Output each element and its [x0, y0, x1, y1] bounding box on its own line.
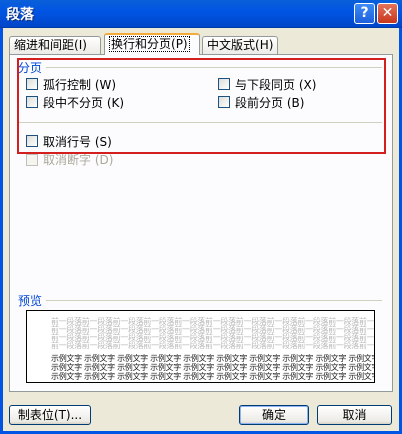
dont-hyphenate-checkbox: [26, 154, 38, 166]
dont-hyphenate-label: 取消断字 (D): [43, 153, 114, 167]
tab-line-page-breaks[interactable]: 换行和分页(P): [104, 33, 200, 55]
help-button[interactable]: ?: [354, 3, 375, 24]
tab-label: 换行和分页: [111, 37, 172, 51]
title-bar: 段落 ? ✕: [0, 0, 402, 28]
tab-asian-typography[interactable]: 中文版式(H): [202, 36, 278, 54]
close-icon: ✕: [381, 5, 394, 21]
widow-control-label[interactable]: 孤行控制 (W): [43, 76, 116, 93]
preview-sample-line: 示例文字 示例文字 示例文字 示例文字 示例文字 示例文字 示例文字 示例文字 …: [51, 354, 375, 363]
tab-label: 缩进和间距: [14, 38, 75, 52]
widow-control-checkbox[interactable]: [26, 78, 38, 90]
pagination-section-title: 分页: [18, 61, 43, 75]
keep-with-next-checkbox[interactable]: [218, 78, 230, 90]
preview-box: 前一段落前一段落前一段落前一段落前一段落前一段落前一段落前一段落前一段落前一段落…: [26, 310, 375, 383]
section-divider: [46, 300, 382, 301]
keep-with-next-label[interactable]: 与下段同页 (X): [235, 76, 316, 93]
preview-section-title: 预览: [18, 294, 43, 308]
tab-indents-spacing[interactable]: 缩进和间距(I): [9, 36, 101, 54]
suppress-line-numbers-checkbox[interactable]: [26, 135, 38, 147]
preview-sample-line: 示例文字 示例文字 示例文字 示例文字 示例文字 示例文字 示例文字 示例文字 …: [51, 363, 375, 372]
page-break-before-label[interactable]: 段前分页 (B): [235, 94, 304, 111]
close-button[interactable]: ✕: [377, 3, 398, 24]
tabs-button[interactable]: 制表位(T)...: [9, 405, 91, 425]
tab-label: 中文版式: [207, 38, 256, 52]
help-icon: ?: [360, 5, 369, 21]
section-divider: [46, 67, 382, 68]
tab-accel: (P): [171, 37, 188, 51]
preview-previous-paragraph-line: 前一段落前一段落前一段落前一段落前一段落前一段落前一段落前一段落前一段落前一段落…: [51, 341, 375, 350]
window-title: 段落: [6, 7, 34, 23]
preview-sample-line: 示例文字 示例文字 示例文字 示例文字 示例文字 示例文字 示例文字 示例文字 …: [51, 372, 375, 381]
ok-button[interactable]: 确定: [239, 405, 309, 425]
window-frame-left: [0, 28, 3, 434]
keep-lines-together-label[interactable]: 段中不分页 (K): [43, 94, 124, 111]
keep-lines-together-checkbox[interactable]: [26, 96, 38, 108]
tab-accel: (H): [255, 38, 274, 52]
cancel-button[interactable]: 取消: [317, 405, 392, 425]
tab-accel: (I): [74, 38, 87, 52]
suppress-line-numbers-label[interactable]: 取消行号 (S): [43, 133, 112, 150]
section-divider: [18, 122, 382, 123]
page-break-before-checkbox[interactable]: [218, 96, 230, 108]
